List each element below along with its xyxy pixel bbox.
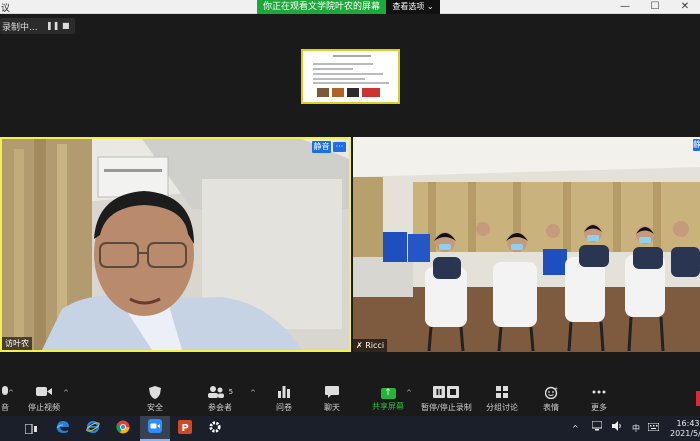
volume-icon[interactable] (612, 416, 622, 441)
clock-date: 2021/5/6 (670, 429, 700, 438)
ime-indicator[interactable]: 中 (632, 416, 640, 441)
powerpoint-app[interactable]: P (170, 416, 200, 441)
reactions-button[interactable]: + 表情 (538, 380, 564, 416)
video-tile-speaker[interactable]: 静音 ··· 访叶农 (0, 137, 351, 352)
speaker-video (2, 139, 349, 350)
keyboard-icon[interactable] (647, 416, 660, 441)
task-view-button[interactable] (16, 416, 46, 441)
chrome-icon (116, 419, 130, 438)
doc-image (317, 88, 329, 97)
video-options-caret[interactable]: ^ (63, 389, 69, 397)
share-options-caret[interactable]: ^ (406, 389, 412, 397)
video-tile-ricci[interactable]: 静 ✗ Ricci (353, 137, 700, 352)
share-screen-button[interactable]: ↑ 共享屏幕 (368, 380, 408, 416)
participants-options-caret[interactable]: ^ (250, 389, 256, 397)
share-screen-icon: ↑ (380, 388, 396, 399)
zoom-meeting-window: { "window": { "title": "议", "controls": … (0, 0, 700, 441)
more-button[interactable]: 更多 (586, 380, 612, 416)
stop-recording-button[interactable]: ■ (62, 21, 70, 30)
mute-status-badge[interactable]: 静音 (312, 141, 331, 153)
window-title: 议 (1, 4, 11, 14)
zoom-icon (148, 418, 162, 437)
meeting-toolbar: 音 ^ 停止视频 ^ 安全 5 参会者 ^ 问卷 聊天 ↑ 共享屏幕 ^ 暂停/… (0, 380, 700, 416)
chat-button[interactable]: 聊天 (318, 380, 346, 416)
svg-text:+: + (554, 386, 558, 392)
network-icon[interactable] (591, 416, 603, 441)
settings-icon (208, 419, 222, 438)
polls-button[interactable]: 问卷 (270, 380, 298, 416)
end-meeting-button[interactable] (696, 391, 700, 406)
ie-app[interactable] (78, 416, 108, 441)
maximize-button[interactable]: ☐ (640, 0, 670, 14)
ellipsis-icon (586, 386, 612, 400)
muted-mic-icon: ✗ (356, 341, 363, 350)
pause-stop-icon (421, 386, 471, 400)
bar-chart-icon (270, 386, 298, 400)
security-button[interactable]: 安全 (140, 380, 170, 416)
breakout-grid-icon (485, 386, 519, 400)
settings-app[interactable] (200, 416, 230, 441)
mute-button[interactable]: 音 (0, 380, 10, 416)
window-controls: — ☐ ✕ (610, 0, 700, 14)
chrome-app[interactable] (108, 416, 138, 441)
tray-overflow-chevron[interactable]: ^ (572, 416, 579, 441)
doc-image (347, 88, 359, 97)
tile-more-button[interactable]: ··· (333, 142, 346, 152)
taskbar-clock[interactable]: 16:43 2021/5/6 (670, 419, 700, 439)
recording-indicator: 录制中... ❚❚ ■ (0, 18, 75, 34)
svg-text:P: P (182, 423, 189, 434)
recording-status: 录制中... (2, 23, 38, 33)
zoom-app[interactable] (140, 416, 170, 441)
participant-name-tag: ✗ Ricci (353, 339, 388, 352)
emoji-icon: + (538, 386, 564, 400)
title-bar: 议 你正在观看文学院叶农的屏幕 查看选项 ⌄ — ☐ ✕ (0, 0, 700, 14)
doc-image (332, 88, 344, 97)
close-button[interactable]: ✕ (670, 0, 700, 14)
pause-stop-recording-button[interactable]: 暂停/停止录制 (421, 380, 472, 416)
minimize-button[interactable]: — (610, 0, 640, 14)
edge-app[interactable] (48, 416, 78, 441)
stop-video-button[interactable]: 停止视频 (24, 380, 64, 416)
clock-time: 16:43 (676, 419, 700, 428)
participants-icon: 5 (203, 386, 237, 400)
view-options-button[interactable]: 查看选项 ⌄ (386, 0, 440, 14)
viewing-screen-label: 你正在观看文学院叶农的屏幕 (257, 0, 386, 14)
mute-status-badge[interactable]: 静 (693, 139, 700, 151)
breakout-rooms-button[interactable]: 分组讨论 (485, 380, 519, 416)
participant-count: 5 (228, 388, 234, 396)
chat-bubble-icon (318, 386, 346, 400)
ie-icon (86, 419, 100, 438)
doc-image (362, 88, 380, 97)
audio-options-caret[interactable]: ^ (8, 389, 14, 397)
classroom-video (353, 137, 700, 352)
powerpoint-icon: P (178, 419, 192, 438)
video-camera-icon (24, 386, 64, 400)
participants-button[interactable]: 5 参会者 (203, 380, 237, 416)
participant-name: Ricci (365, 341, 385, 350)
shared-screen-thumbnail[interactable] (301, 49, 400, 104)
edge-icon (56, 419, 70, 438)
task-view-icon (24, 419, 37, 438)
pause-recording-button[interactable]: ❚❚ (46, 21, 59, 30)
windows-taskbar: P ^ 中 16:43 2021/5/6 (0, 416, 700, 441)
participant-name-tag: 访叶农 (2, 337, 32, 350)
shield-icon (140, 386, 170, 400)
share-banner: 你正在观看文学院叶农的屏幕 查看选项 ⌄ (257, 0, 440, 14)
